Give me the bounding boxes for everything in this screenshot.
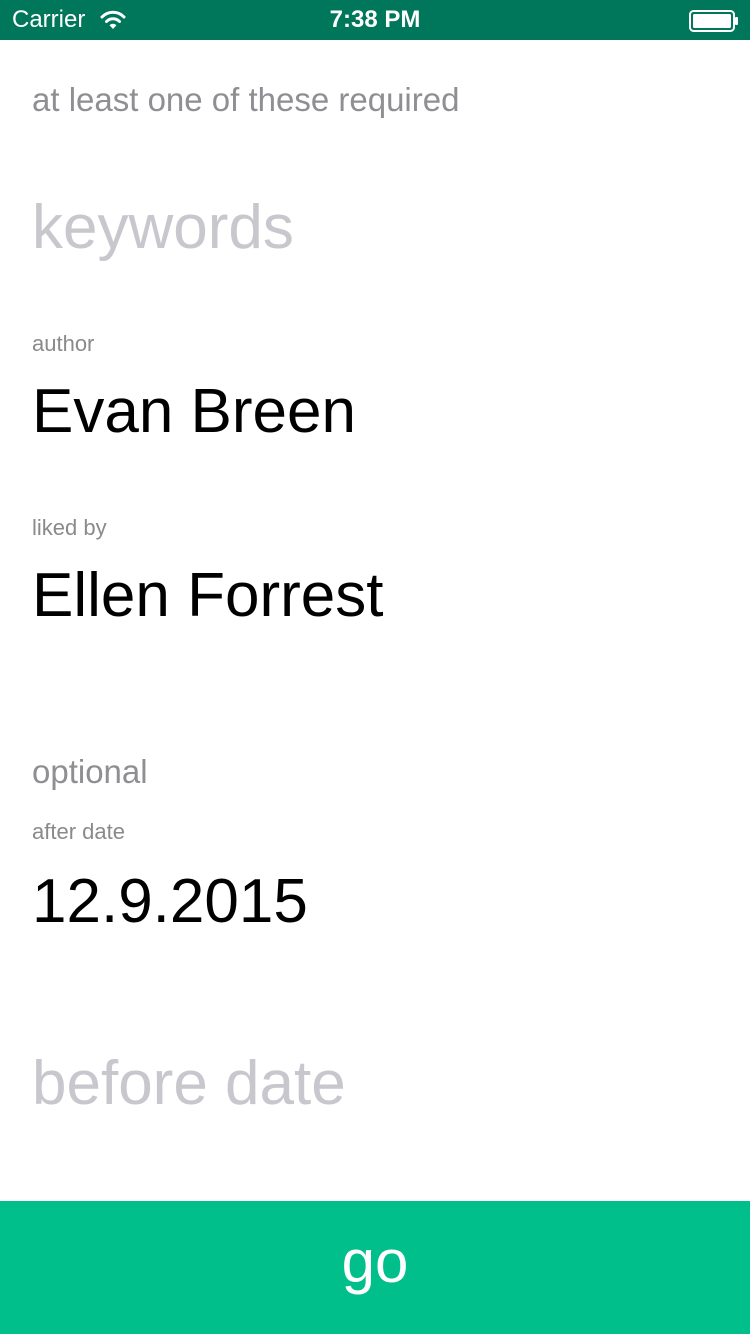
before-date-field[interactable]: before date: [32, 1048, 346, 1120]
author-field[interactable]: Evan Breen: [32, 376, 356, 448]
required-note: at least one of these required: [32, 81, 460, 118]
optional-note: optional: [32, 753, 148, 790]
battery-icon: [689, 10, 738, 32]
liked-by-label: liked by: [32, 515, 107, 540]
liked-by-field[interactable]: Ellen Forrest: [32, 560, 383, 632]
status-time: 7:38 PM: [329, 6, 421, 33]
after-date-field[interactable]: 12.9.2015: [32, 866, 308, 938]
search-form-screen: Carrier 7:38 PM at least one of these re…: [0, 0, 750, 1334]
status-bar: Carrier 7:38 PM: [0, 0, 750, 40]
author-label: author: [32, 331, 95, 356]
keywords-field[interactable]: keywords: [32, 192, 294, 264]
after-date-label: after date: [32, 819, 125, 844]
go-button-label: go: [341, 1228, 409, 1295]
go-button[interactable]: go: [0, 1201, 750, 1334]
